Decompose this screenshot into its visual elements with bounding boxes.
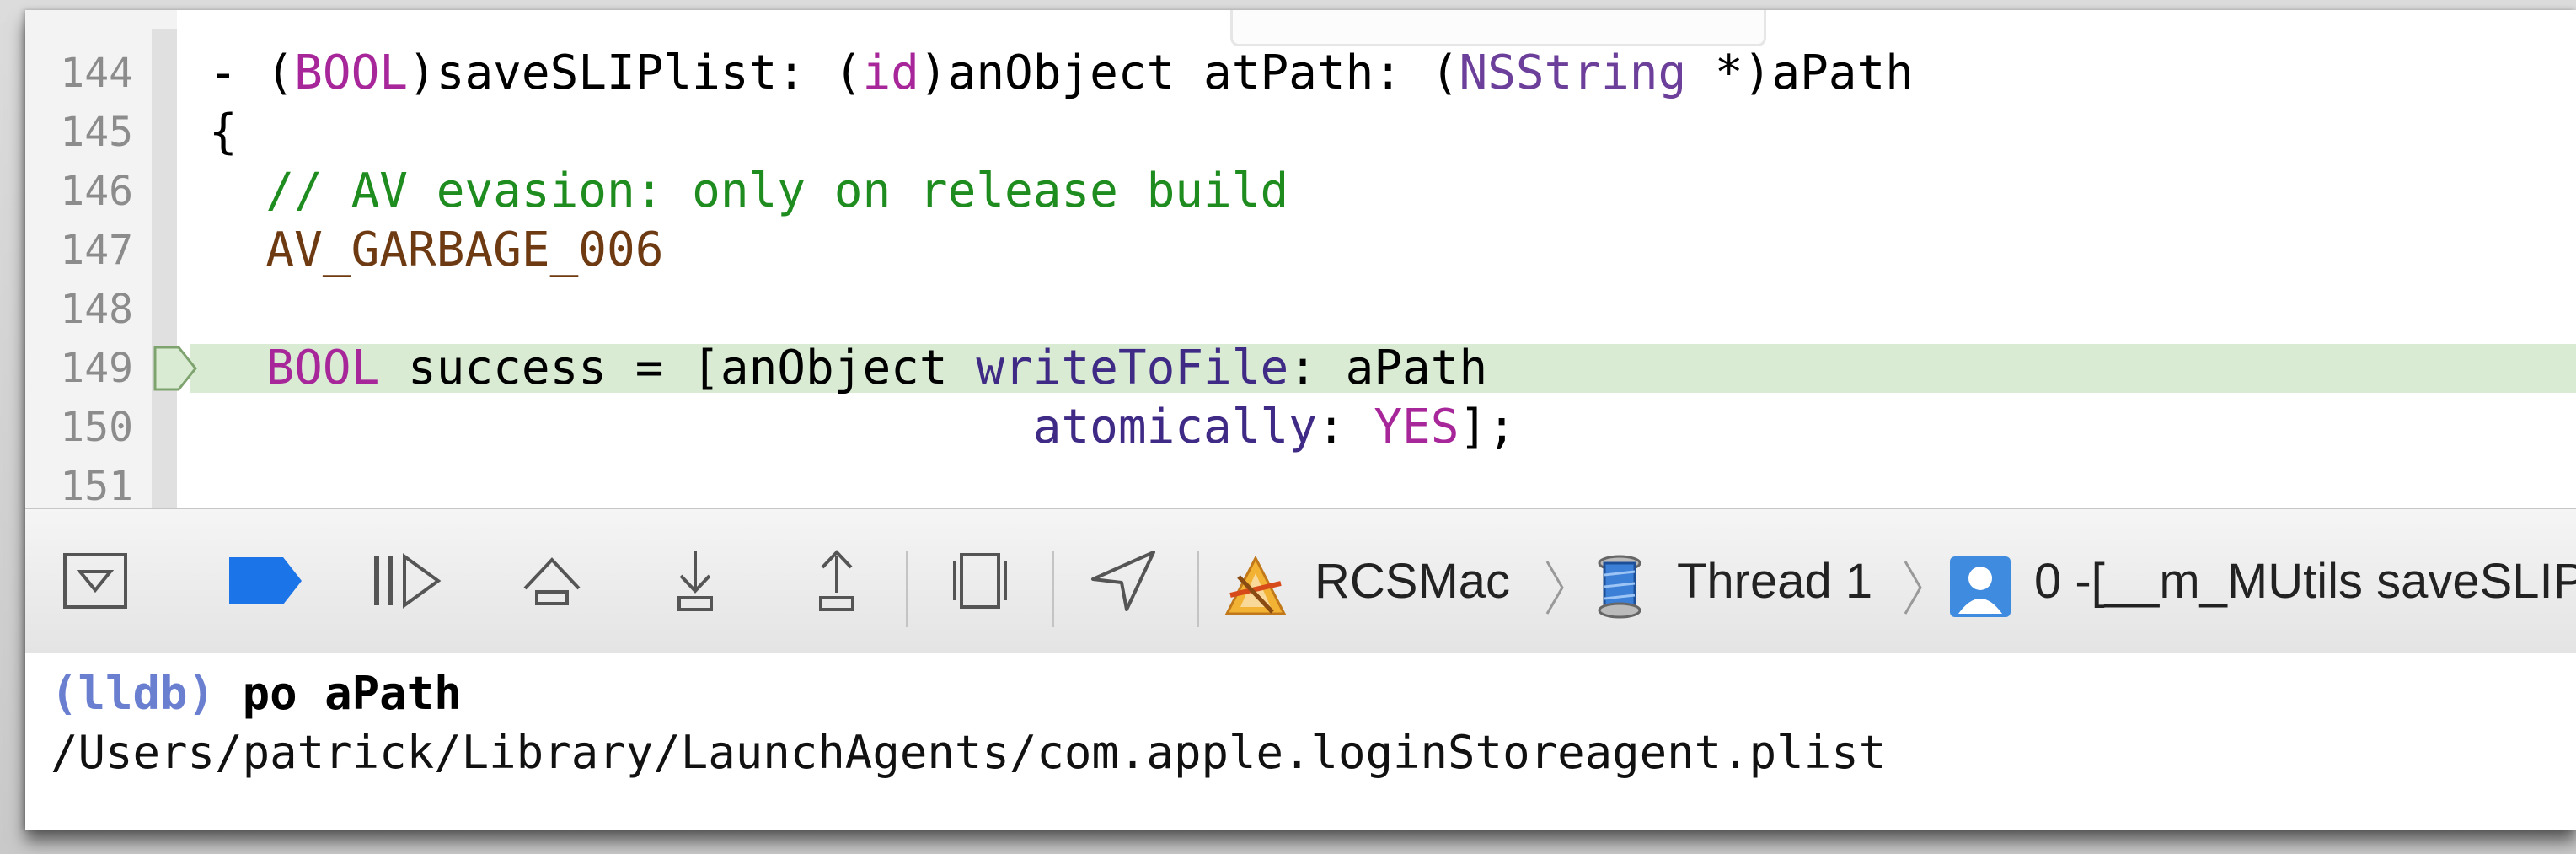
line-number: 148	[60, 286, 133, 333]
chevron-right-icon	[1545, 561, 1564, 615]
code-text: {	[209, 103, 238, 162]
step-out-icon	[819, 550, 854, 611]
chevron-right-icon	[1904, 561, 1922, 615]
line-number: 146	[60, 168, 133, 215]
breadcrumb-frame[interactable]: 0 -[__m_MUtils saveSLIPlist:atPath:]	[2034, 509, 2576, 653]
toolbar-separator	[1052, 551, 1054, 627]
code-text: // AV evasion: only on release build	[209, 162, 1288, 221]
line-number: 147	[60, 227, 133, 274]
breadcrumb-thread-label: Thread 1	[1677, 553, 1873, 609]
code-token: AV_GARBAGE_006	[209, 223, 664, 277]
code-token: ];	[1459, 400, 1516, 454]
code-token: : aPath	[1288, 341, 1488, 395]
code-line: 145 {	[25, 103, 2576, 162]
code-line: 146 // AV evasion: only on release build	[25, 162, 2576, 221]
lldb-console[interactable]: (lldb) po aPath /Users/patrick/Library/L…	[25, 653, 2576, 830]
breadcrumb-frame-label: 0 -[__m_MUtils saveSLIPlist:atPath:]	[2034, 553, 2576, 609]
code-line: 150 atomically: YES];	[25, 398, 2576, 457]
code-token: BOOL	[265, 341, 380, 395]
code-token: - (	[209, 46, 295, 100]
code-token: atomically	[1032, 400, 1317, 454]
simulate-location-button[interactable]	[1085, 543, 1161, 619]
code-token: NSString	[1459, 46, 1687, 100]
console-command-line: (lldb) po aPath	[51, 664, 462, 723]
continue-icon	[374, 553, 442, 609]
hide-panel-icon	[63, 553, 127, 609]
code-line: 144 - (BOOL)saveSLIPlist: (id)anObject at…	[25, 44, 2576, 103]
code-text: - (BOOL)saveSLIPlist: (id)anObject atPat…	[209, 44, 1914, 103]
step-into-icon	[677, 551, 713, 611]
breakpoint-icon	[229, 557, 302, 604]
breakpoints-toggle-button[interactable]	[228, 543, 303, 619]
code-token: // AV evasion: only on release build	[209, 164, 1289, 218]
step-over-icon	[523, 557, 581, 605]
console-output: /Users/patrick/Library/LaunchAgents/com.…	[51, 726, 1887, 779]
line-number: 149	[60, 345, 133, 392]
line-number: 144	[60, 50, 133, 97]
code-token: )anObject atPath: (	[918, 46, 1459, 100]
step-over-button[interactable]	[514, 543, 590, 619]
line-number: 150	[60, 404, 133, 451]
xcode-debug-window: 144- (BOOL)saveSLIPlist: (id)anObject at…	[25, 10, 2576, 830]
source-editor[interactable]: 144- (BOOL)saveSLIPlist: (id)anObject at…	[25, 10, 2576, 508]
find-highlight	[1230, 10, 1766, 46]
location-icon	[1091, 551, 1155, 611]
code-token: writeToFile	[976, 341, 1289, 395]
code-token: success = [anObject	[379, 341, 977, 395]
code-token: )saveSLIPlist: (	[408, 46, 863, 100]
stack-frame-user-icon	[1950, 556, 2011, 617]
continue-button[interactable]	[369, 543, 445, 619]
view-hierarchy-button[interactable]	[942, 543, 1018, 619]
breadcrumb-target[interactable]: RCSMac	[1315, 509, 1510, 653]
view-debug-icon	[953, 553, 1007, 609]
current-line: 149 BOOL success = [anObject writeToFile…	[25, 339, 2576, 398]
code-token: :	[1316, 400, 1374, 454]
toolbar-separator	[1197, 551, 1199, 627]
code-line: 148	[25, 280, 2576, 339]
code-token: BOOL	[294, 46, 409, 100]
breadcrumb-thread[interactable]: Thread 1	[1677, 509, 1872, 653]
code-text: BOOL success = [anObject writeToFile: aP…	[209, 339, 1487, 398]
toolbar-separator	[906, 551, 908, 627]
code-token: id	[862, 46, 919, 100]
code-line: 151	[25, 457, 2576, 508]
code-token: {	[209, 105, 238, 159]
instruction-pointer-icon	[153, 346, 197, 391]
breadcrumb-target-label: RCSMac	[1315, 553, 1511, 609]
app-target-icon	[1224, 555, 1287, 615]
code-text: atomically: YES];	[209, 398, 1516, 457]
screenshot-frame: 144- (BOOL)saveSLIPlist: (id)anObject at…	[0, 0, 2576, 854]
code-text: AV_GARBAGE_006	[209, 221, 663, 280]
hide-debug-area-button[interactable]	[57, 543, 133, 619]
step-out-button[interactable]	[799, 543, 875, 619]
console-command: po aPath	[215, 667, 462, 720]
code-token: YES	[1374, 400, 1459, 454]
line-number: 145	[60, 109, 133, 156]
thread-icon	[1598, 555, 1641, 619]
line-number: 151	[60, 463, 133, 508]
lldb-prompt: (lldb)	[51, 667, 216, 720]
code-token: *)aPath	[1686, 46, 1914, 100]
debug-toolbar: RCSMac Thread 1 0 -[__m_MUtils saveSLIP	[25, 508, 2576, 654]
step-into-button[interactable]	[657, 543, 733, 619]
code-line: 147 AV_GARBAGE_006	[25, 221, 2576, 280]
